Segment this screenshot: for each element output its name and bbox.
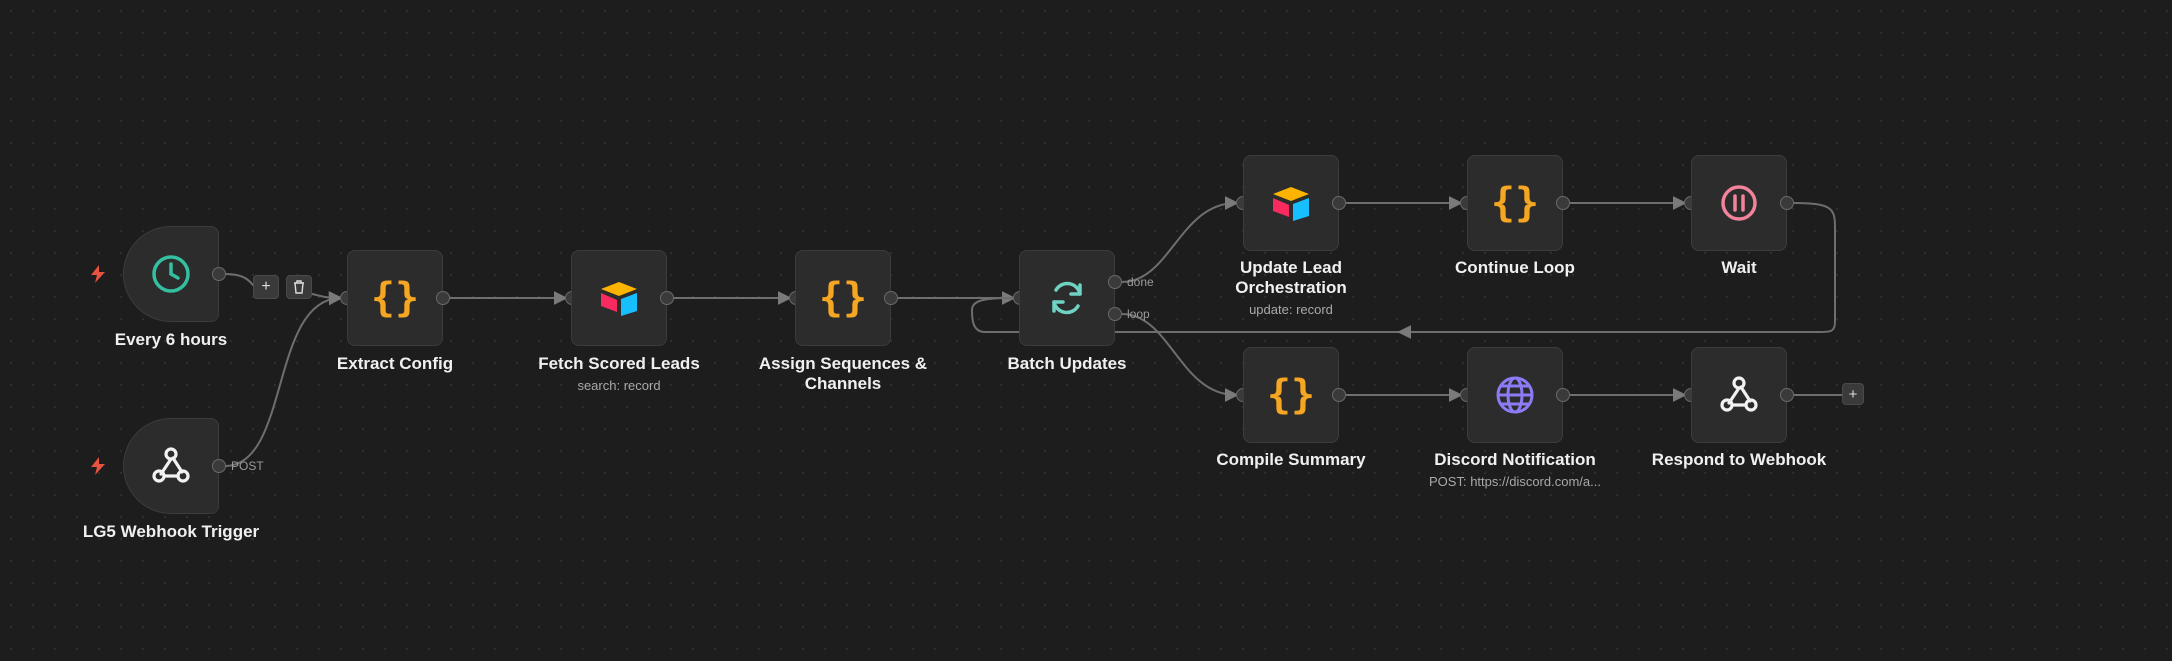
node-subtitle: search: record — [577, 378, 661, 393]
output-port[interactable] — [1780, 388, 1794, 402]
output-port[interactable] — [436, 291, 450, 305]
code-braces-icon: {} — [1266, 372, 1316, 418]
delete-connection-button[interactable] — [286, 275, 312, 299]
node-batch-updates[interactable] — [1019, 250, 1115, 346]
output-port-loop[interactable] — [1108, 307, 1122, 321]
node-label: Assign Sequences & Channels — [758, 354, 928, 393]
node-wait[interactable] — [1691, 155, 1787, 251]
code-braces-icon: {} — [1490, 180, 1540, 226]
port-label-done: done — [1127, 275, 1154, 289]
output-port[interactable] — [1332, 388, 1346, 402]
node-label: Extract Config — [336, 354, 454, 373]
port-label-post: POST — [231, 459, 264, 473]
add-node-button[interactable]: + — [253, 275, 279, 299]
pause-icon — [1715, 179, 1763, 227]
node-label: Wait — [1721, 258, 1757, 277]
node-update-lead-orchestration[interactable] — [1243, 155, 1339, 251]
node-respond-to-webhook[interactable] — [1691, 347, 1787, 443]
node-label: Every 6 hours — [114, 330, 228, 349]
node-label: Fetch Scored Leads — [538, 354, 700, 373]
webhook-icon — [1715, 371, 1763, 419]
trash-icon — [294, 280, 304, 294]
node-subtitle: update: record — [1249, 302, 1333, 317]
node-every-6-hours[interactable] — [123, 226, 219, 322]
add-node-end-button[interactable]: + — [1842, 383, 1864, 405]
output-port[interactable] — [884, 291, 898, 305]
output-port[interactable] — [660, 291, 674, 305]
output-port[interactable] — [212, 267, 226, 281]
node-label: Continue Loop — [1455, 258, 1575, 277]
port-label-loop: loop — [1127, 307, 1150, 321]
workflow-canvas[interactable]: Every 6 hours + POST LG5 Webhook Trigger… — [0, 0, 2172, 661]
node-label: LG5 Webhook Trigger — [82, 522, 260, 541]
globe-icon — [1491, 371, 1539, 419]
node-assign-sequences[interactable]: {} — [795, 250, 891, 346]
code-braces-icon: {} — [818, 275, 868, 321]
node-label: Discord Notification — [1434, 450, 1596, 469]
node-extract-config[interactable]: {} — [347, 250, 443, 346]
node-label: Update Lead Orchestration — [1235, 258, 1347, 297]
output-port[interactable] — [212, 459, 226, 473]
edge-webhook-extract — [224, 291, 343, 467]
code-braces-icon: {} — [370, 275, 420, 321]
node-label: Compile Summary — [1216, 450, 1366, 469]
trigger-bolt-icon — [91, 265, 105, 283]
node-label: Batch Updates — [1007, 354, 1127, 373]
node-fetch-scored-leads[interactable] — [571, 250, 667, 346]
refresh-icon — [1043, 274, 1091, 322]
output-port[interactable] — [1332, 196, 1346, 210]
airtable-icon — [1267, 179, 1315, 227]
output-port[interactable] — [1556, 196, 1570, 210]
node-subtitle: POST: https://discord.com/a... — [1429, 474, 1601, 489]
node-lg5-webhook-trigger[interactable] — [123, 418, 219, 514]
airtable-icon — [595, 274, 643, 322]
node-continue-loop[interactable]: {} — [1467, 155, 1563, 251]
node-label: Respond to Webhook — [1651, 450, 1827, 469]
webhook-icon — [147, 442, 195, 490]
edge-every6h-extract — [224, 273, 340, 298]
node-discord-notification[interactable] — [1467, 347, 1563, 443]
node-compile-summary[interactable]: {} — [1243, 347, 1339, 443]
clock-icon — [147, 250, 195, 298]
output-port[interactable] — [1556, 388, 1570, 402]
trigger-bolt-icon — [91, 457, 105, 475]
output-port[interactable] — [1780, 196, 1794, 210]
output-port-done[interactable] — [1108, 275, 1122, 289]
